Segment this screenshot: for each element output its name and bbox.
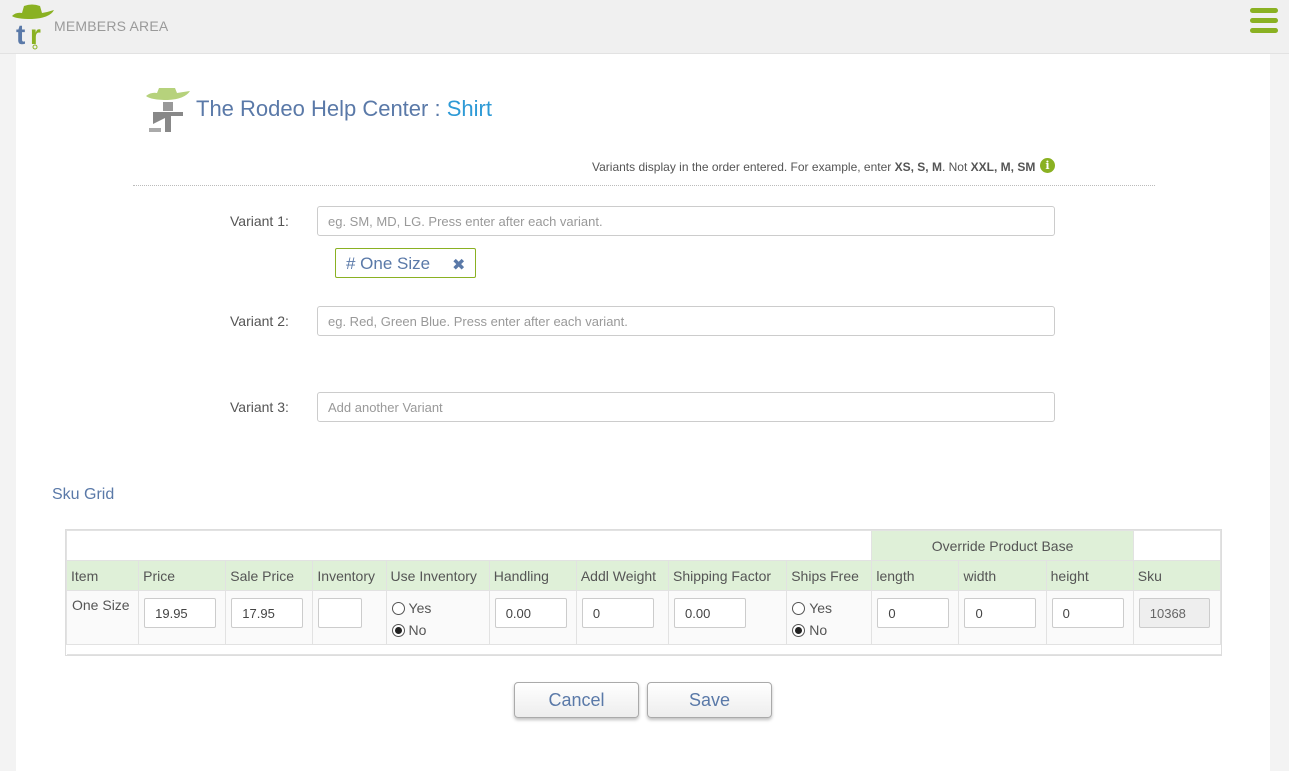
hamburger-icon[interactable] — [1250, 8, 1278, 34]
info-icon[interactable]: i — [1040, 158, 1055, 173]
hint-good-example: XS, S, M — [894, 160, 942, 174]
hint-bad-example: XXL, M, SM — [970, 160, 1036, 174]
grid-header-spacer — [65, 530, 873, 561]
ships-free-no-radio[interactable] — [792, 623, 806, 637]
cell-item: One Size — [65, 590, 140, 645]
variant-1-input[interactable] — [317, 206, 1055, 236]
divider — [133, 185, 1155, 186]
cowboy-icon — [146, 88, 190, 132]
price-input[interactable] — [144, 598, 217, 628]
members-area-label: MEMBERS AREA — [54, 18, 169, 34]
column-header-handling: Handling — [488, 560, 577, 591]
use-inventory-no-option[interactable]: No — [391, 619, 485, 641]
grid-footer — [66, 644, 1221, 655]
variant-hint: Variants display in the order entered. F… — [592, 160, 1035, 174]
variant-2-label: Variant 2: — [230, 313, 289, 329]
column-header-length: length — [871, 560, 960, 591]
close-icon[interactable]: ✖ — [452, 255, 465, 275]
length-input[interactable] — [877, 598, 950, 628]
page-subtitle: Shirt — [446, 96, 492, 121]
page-title-text: The Rodeo Help Center : — [196, 96, 441, 121]
ships-free-yes-radio[interactable] — [792, 601, 806, 615]
column-header-sale-price: Sale Price — [225, 560, 314, 591]
column-header-item: Item — [65, 560, 140, 591]
inventory-input[interactable] — [318, 598, 363, 628]
ships-free-no-option[interactable]: No — [792, 619, 867, 641]
page-title: The Rodeo Help Center : Shirt — [196, 96, 492, 122]
column-header-shipping-factor: Shipping Factor — [667, 560, 788, 591]
hint-text: Variants display in the order entered. F… — [592, 160, 892, 174]
variant-3-label: Variant 3: — [230, 399, 289, 415]
override-product-base-header: Override Product Base — [871, 530, 1134, 561]
sku-grid: Override Product Base Item Price Sale Pr… — [65, 529, 1222, 656]
cancel-button[interactable]: Cancel — [514, 682, 639, 718]
use-inventory-yes-label: Yes — [408, 600, 432, 616]
top-bar: t r MEMBERS AREA — [0, 0, 1289, 54]
shipping-factor-input[interactable] — [674, 598, 746, 628]
variant-tag-one-size: # One Size ✖ — [335, 248, 476, 278]
sale-price-input[interactable] — [231, 598, 304, 628]
rodeo-logo-icon[interactable]: t r — [8, 2, 56, 50]
variant-1-label: Variant 1: — [230, 213, 289, 229]
addl-weight-input[interactable] — [581, 598, 654, 628]
column-header-use-inventory: Use Inventory — [385, 560, 490, 591]
ships-free-yes-label: Yes — [809, 600, 833, 616]
variant-3-input[interactable] — [317, 392, 1055, 422]
grid-header-spacer-right — [1132, 530, 1222, 561]
width-input[interactable] — [964, 598, 1037, 628]
save-button[interactable]: Save — [647, 682, 772, 718]
column-header-price: Price — [138, 560, 227, 591]
column-header-addl-weight: Addl Weight — [575, 560, 670, 591]
use-inventory-yes-option[interactable]: Yes — [391, 597, 485, 619]
hint-separator: . Not — [941, 160, 968, 174]
use-inventory-no-radio[interactable] — [391, 623, 405, 637]
ships-free-yes-option[interactable]: Yes — [792, 597, 867, 619]
ships-free-no-label: No — [809, 622, 828, 638]
column-header-height: height — [1045, 560, 1134, 591]
column-header-sku: Sku — [1132, 560, 1222, 591]
height-input[interactable] — [1051, 598, 1124, 628]
handling-input[interactable] — [494, 598, 567, 628]
column-header-width: width — [958, 560, 1047, 591]
svg-text:t: t — [16, 19, 25, 50]
use-inventory-yes-radio[interactable] — [391, 601, 405, 615]
sku-input — [1138, 598, 1210, 628]
column-header-inventory: Inventory — [312, 560, 387, 591]
variant-2-input[interactable] — [317, 306, 1055, 336]
table-row: One Size Yes No Yes — [65, 590, 1222, 645]
column-header-ships-free: Ships Free — [786, 560, 873, 591]
use-inventory-no-label: No — [408, 622, 427, 638]
sku-grid-title: Sku Grid — [52, 486, 115, 503]
variant-tag-label: # One Size — [346, 254, 431, 273]
